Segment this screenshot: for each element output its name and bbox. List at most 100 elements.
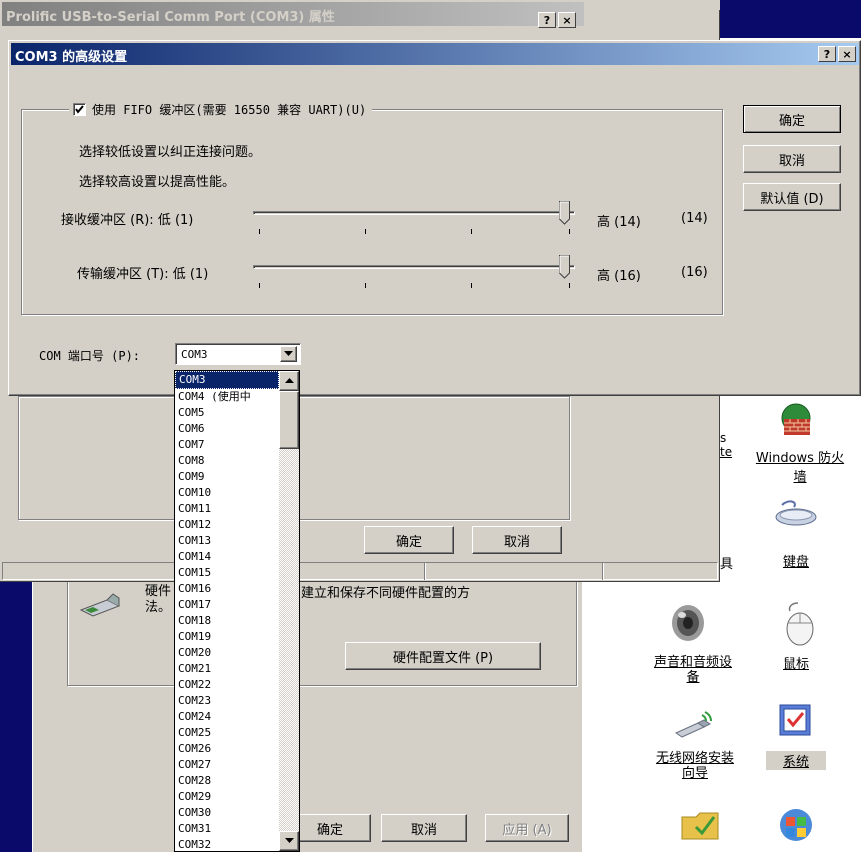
com-port-dropdown-list[interactable]: COM3 COM4 (使用中 COM5 COM6 COM7 COM8 COM9 COM10 CO… bbox=[174, 370, 300, 852]
keyboard-label[interactable]: 键盘 bbox=[766, 551, 826, 570]
com-port-option[interactable]: COM15 bbox=[175, 565, 279, 581]
com-port-option[interactable]: COM30 bbox=[175, 805, 279, 821]
com-port-dropdown-button[interactable] bbox=[280, 346, 297, 362]
hw-profile-text: 法。 bbox=[145, 600, 172, 615]
advanced-settings-dialog: COM3 的高级设置 ? × 使用 FIFO 缓冲区(需要 16550 兼容 U… bbox=[8, 40, 861, 396]
receive-value: (14) bbox=[681, 211, 708, 226]
wireless-usb-icon[interactable] bbox=[672, 707, 716, 741]
receive-slider-track bbox=[253, 211, 575, 215]
scroll-thumb[interactable] bbox=[279, 391, 299, 449]
system-apply-button[interactable]: 应用 (A) bbox=[485, 814, 569, 842]
com-port-option[interactable]: COM31 bbox=[175, 821, 279, 837]
dialog-titlebar bbox=[11, 43, 859, 65]
firewall-label[interactable]: Windows 防火墙 bbox=[750, 447, 850, 485]
com-port-option[interactable]: COM14 bbox=[175, 549, 279, 565]
com-port-option[interactable]: COM18 bbox=[175, 613, 279, 629]
system-cancel-button[interactable]: 取消 bbox=[381, 814, 467, 842]
fifo-checkbox[interactable] bbox=[73, 103, 86, 116]
fifo-checkbox-label: 使用 FIFO 缓冲区(需要 16550 兼容 UART)(U) bbox=[92, 103, 367, 117]
com-port-option[interactable]: COM4 (使用中 bbox=[175, 389, 279, 405]
control-panel-partial-text: 具 bbox=[720, 557, 734, 572]
com-port-option[interactable]: COM10 bbox=[175, 485, 279, 501]
sound-devices-text: 声音和音频设备 bbox=[653, 655, 732, 685]
hint-low-text: 选择较低设置以纠正连接问题。 bbox=[79, 145, 262, 160]
com-port-option[interactable]: COM22 bbox=[175, 677, 279, 693]
fifo-checkbox-row[interactable]: 使用 FIFO 缓冲区(需要 16550 兼容 UART)(U) bbox=[69, 101, 373, 118]
com-port-option[interactable]: COM16 bbox=[175, 581, 279, 597]
com-port-option[interactable]: COM20 bbox=[175, 645, 279, 661]
control-panel-partial-text: te bbox=[720, 445, 733, 459]
com-port-option[interactable]: COM21 bbox=[175, 661, 279, 677]
port-properties-close-button[interactable]: × bbox=[558, 12, 576, 28]
port-properties-cancel-button[interactable]: 取消 bbox=[472, 526, 562, 554]
com-port-option[interactable]: COM9 bbox=[175, 469, 279, 485]
wireless-wizard-text: 无线网络安装向导 bbox=[655, 751, 734, 781]
firewall-icon[interactable] bbox=[776, 401, 816, 441]
transmit-slider[interactable] bbox=[253, 255, 583, 291]
chevron-down-icon bbox=[284, 351, 293, 356]
folder-icon[interactable] bbox=[680, 803, 720, 843]
port-properties-title: Prolific USB-to-Serial Comm Port (COM3) … bbox=[6, 10, 335, 25]
receive-slider-thumb[interactable] bbox=[559, 201, 570, 225]
status-bar-divider bbox=[424, 563, 426, 580]
wireless-wizard-label[interactable]: 无线网络安装向导 bbox=[650, 751, 740, 781]
com-port-option[interactable]: COM19 bbox=[175, 629, 279, 645]
keyboard-icon[interactable] bbox=[774, 499, 818, 529]
desktop-background-left bbox=[0, 580, 32, 852]
com-port-option[interactable]: COM25 bbox=[175, 725, 279, 741]
defaults-button[interactable]: 默认值 (D) bbox=[743, 183, 841, 211]
mouse-icon[interactable] bbox=[778, 601, 818, 647]
receive-high-label: 高 (14) bbox=[597, 215, 641, 230]
dropdown-scrollbar[interactable] bbox=[279, 371, 299, 851]
hardware-profile-icon bbox=[77, 586, 125, 622]
com-port-option[interactable]: COM17 bbox=[175, 597, 279, 613]
com-port-select[interactable]: COM3 bbox=[175, 343, 301, 365]
port-properties-help-button[interactable]: ? bbox=[538, 12, 556, 28]
com-port-option[interactable]: COM29 bbox=[175, 789, 279, 805]
com-port-option[interactable]: COM11 bbox=[175, 501, 279, 517]
com-port-label: COM 端口号 (P): bbox=[39, 349, 141, 363]
chevron-up-icon bbox=[284, 378, 294, 383]
dialog-close-button[interactable]: × bbox=[838, 46, 856, 62]
system-label[interactable]: 系统 bbox=[766, 751, 826, 770]
dialog-title: COM3 的高级设置 bbox=[15, 50, 128, 65]
transmit-slider-track bbox=[253, 265, 575, 269]
sound-devices-label[interactable]: 声音和音频设备 bbox=[648, 655, 738, 685]
com-port-option[interactable]: COM8 bbox=[175, 453, 279, 469]
port-properties-ok-button[interactable]: 确定 bbox=[364, 526, 454, 554]
status-bar bbox=[2, 562, 718, 580]
hardware-profiles-button[interactable]: 硬件配置文件 (P) bbox=[345, 642, 541, 670]
receive-slider[interactable] bbox=[253, 201, 583, 237]
scroll-up-button[interactable] bbox=[279, 371, 299, 391]
com-port-option[interactable]: COM24 bbox=[175, 709, 279, 725]
control-panel-partial-text: s bbox=[720, 431, 727, 445]
speaker-icon[interactable] bbox=[668, 603, 708, 643]
com-port-option[interactable]: COM13 bbox=[175, 533, 279, 549]
mouse-label[interactable]: 鼠标 bbox=[766, 653, 826, 672]
system-icon[interactable] bbox=[776, 701, 816, 741]
com-port-option[interactable]: COM32 bbox=[175, 837, 279, 851]
com-port-option[interactable]: COM7 bbox=[175, 437, 279, 453]
hw-profile-text: 建立和保存不同硬件配置的方 bbox=[301, 586, 471, 601]
com-port-option[interactable]: COM6 bbox=[175, 421, 279, 437]
desktop-window-title-strip bbox=[586, 0, 720, 10]
hint-high-text: 选择较高设置以提高性能。 bbox=[79, 175, 236, 190]
transmit-slider-thumb[interactable] bbox=[559, 255, 570, 279]
com-port-option[interactable]: COM3 bbox=[175, 371, 279, 389]
scroll-down-button[interactable] bbox=[279, 831, 299, 851]
ok-button[interactable]: 确定 bbox=[743, 105, 841, 133]
transmit-buffer-label: 传输缓冲区 (T): 低 (1) bbox=[77, 267, 209, 282]
com-port-option[interactable]: COM26 bbox=[175, 741, 279, 757]
receive-buffer-label: 接收缓冲区 (R): 低 (1) bbox=[61, 213, 194, 228]
com-port-option[interactable]: COM5 bbox=[175, 405, 279, 421]
com-port-option[interactable]: COM28 bbox=[175, 773, 279, 789]
chevron-down-icon bbox=[284, 838, 294, 843]
cancel-button[interactable]: 取消 bbox=[743, 145, 841, 173]
dialog-help-button[interactable]: ? bbox=[818, 46, 836, 62]
com-port-option[interactable]: COM23 bbox=[175, 693, 279, 709]
com-port-option[interactable]: COM27 bbox=[175, 757, 279, 773]
com-port-option[interactable]: COM12 bbox=[175, 517, 279, 533]
com-port-options: COM3 COM4 (使用中 COM5 COM6 COM7 COM8 COM9 COM10 CO… bbox=[175, 371, 279, 851]
windows-update-icon[interactable] bbox=[776, 803, 816, 843]
system-ok-button[interactable]: 确定 bbox=[289, 814, 371, 842]
